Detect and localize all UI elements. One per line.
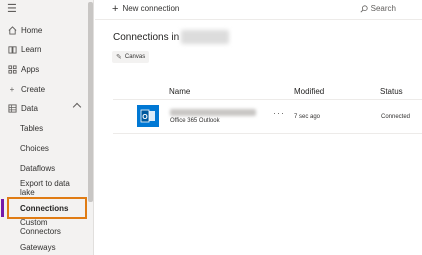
- nav-subitem-choices[interactable]: Choices: [0, 138, 86, 158]
- plus-icon: +: [112, 2, 119, 15]
- plus-icon: +: [9, 84, 15, 94]
- nav-subitem-label: Gateways: [20, 242, 56, 252]
- nav-subitem-label: Tables: [20, 123, 44, 133]
- nav-item-data[interactable]: Data: [0, 98, 86, 118]
- search-label: Search: [370, 4, 396, 13]
- nav-item-label: Learn: [21, 44, 42, 54]
- table-icon: [7, 103, 17, 113]
- nav-item-label: Apps: [21, 64, 40, 74]
- new-connection-label: New connection: [122, 4, 180, 13]
- hamburger-menu-icon[interactable]: ☰: [7, 4, 17, 15]
- column-header-name[interactable]: Name: [169, 87, 190, 96]
- left-nav: ☰ Home Learn Apps + Create Data Tables C…: [0, 0, 94, 255]
- chevron-up-icon[interactable]: [72, 102, 82, 112]
- search-icon: [360, 4, 368, 12]
- canvas-filter-chip[interactable]: ✎ Canvas: [112, 51, 150, 63]
- more-options-icon[interactable]: ···: [273, 108, 285, 118]
- sidebar-scrollbar[interactable]: [88, 2, 93, 202]
- page-title: Connections in: [113, 31, 180, 43]
- redacted-environment-name: [181, 30, 230, 44]
- nav-item-label: Create: [21, 84, 46, 94]
- column-header-modified[interactable]: Modified: [294, 87, 324, 96]
- modified-time: 7 sec ago: [294, 114, 321, 120]
- pencil-icon: ✎: [116, 54, 122, 61]
- book-icon: [7, 44, 17, 54]
- outlook-icon: O: [137, 105, 159, 127]
- page-header: Connections in: [113, 30, 230, 44]
- nav-subitem-dataflows[interactable]: Dataflows: [0, 158, 86, 178]
- connection-type: Office 365 Outlook: [170, 118, 220, 124]
- home-icon: [7, 25, 17, 35]
- nav-item-create[interactable]: + Create: [0, 79, 86, 99]
- table-row[interactable]: O Office 365 Outlook ··· 7 sec ago Conne…: [113, 100, 422, 134]
- command-bar: + New connection Search: [95, 0, 422, 20]
- svg-text:O: O: [142, 114, 148, 121]
- callout-highlight-box: [7, 197, 87, 219]
- nav-item-learn[interactable]: Learn: [0, 39, 86, 59]
- nav-item-apps[interactable]: Apps: [0, 59, 86, 79]
- nav-subitem-label: Custom Connectors: [20, 218, 61, 236]
- nav-item-label: Data: [21, 103, 38, 113]
- nav-subitem-tables[interactable]: Tables: [0, 118, 86, 138]
- nav-item-home[interactable]: Home: [0, 20, 86, 40]
- selected-indicator: [1, 199, 4, 217]
- nav-subitem-label: Choices: [20, 143, 49, 153]
- redacted-connection-name: [170, 109, 256, 116]
- canvas-chip-label: Canvas: [124, 54, 146, 60]
- nav-subitem-label: Export to data lake: [20, 179, 70, 197]
- status-text: Connected: [381, 114, 411, 120]
- apps-grid-icon: [7, 64, 17, 74]
- search-box[interactable]: Search: [360, 4, 396, 13]
- nav-item-label: Home: [21, 25, 43, 35]
- new-connection-button[interactable]: + New connection: [112, 2, 180, 15]
- nav-subitem-custom-connectors[interactable]: Custom Connectors: [0, 217, 86, 237]
- nav-subitem-gateways[interactable]: Gateways: [0, 237, 86, 255]
- column-header-status[interactable]: Status: [380, 87, 403, 96]
- nav-subitem-label: Dataflows: [20, 163, 56, 173]
- nav-subitem-export-to-data-lake[interactable]: Export to data lake: [0, 178, 86, 198]
